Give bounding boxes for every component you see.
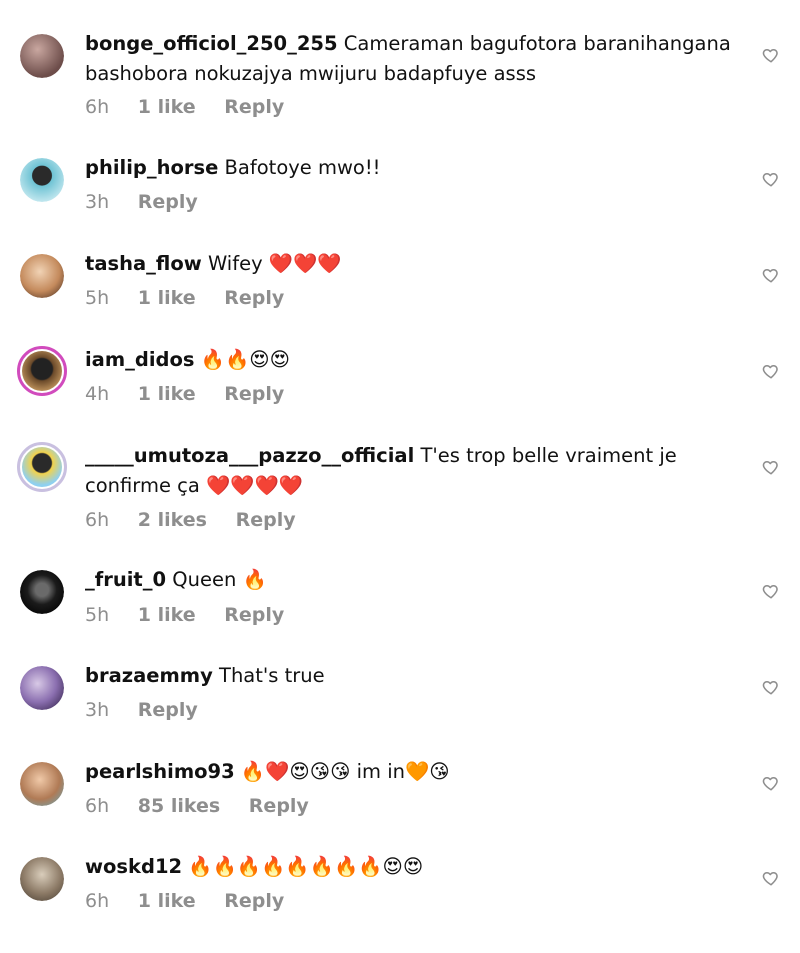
comment-username[interactable]: pearlshimo93 (85, 760, 235, 783)
avatar[interactable] (20, 34, 64, 78)
comment-username[interactable]: woskd12 (85, 855, 182, 878)
comment-username[interactable]: _fruit_0 (85, 568, 166, 591)
comment-username[interactable]: _____umutoza___pazzo__official (85, 444, 414, 467)
comment-meta: 6h 85 likes Reply (85, 795, 331, 817)
heart-outline-icon[interactable] (762, 869, 780, 887)
avatar[interactable] (20, 762, 64, 806)
comment-body: That's true (219, 664, 325, 687)
comment-text: woskd12 🔥🔥🔥🔥🔥🔥🔥🔥😍😍 (85, 852, 745, 882)
avatar[interactable] (20, 158, 64, 202)
comment-time: 3h (85, 191, 110, 213)
comment-text: iam_didos 🔥🔥😍😍 (85, 345, 745, 375)
heart-outline-icon[interactable] (762, 678, 780, 696)
avatar[interactable] (20, 254, 64, 298)
comment-username[interactable]: bonge_officiol_250_255 (85, 32, 338, 55)
comment-time: 5h (85, 287, 110, 309)
comment-text: philip_horse Bafotoye mwo!! (85, 153, 745, 183)
heart-outline-icon[interactable] (762, 266, 780, 284)
comment-meta: 6h 2 likes Reply (85, 509, 318, 531)
comment-likes[interactable]: 1 like (138, 604, 196, 626)
comment-likes[interactable]: 1 like (138, 383, 196, 405)
comment-username[interactable]: iam_didos (85, 348, 195, 371)
comment-meta: 4h 1 like Reply (85, 383, 306, 405)
comment-time: 6h (85, 509, 110, 531)
comment-text: brazaemmy That's true (85, 661, 745, 691)
comment-time: 6h (85, 890, 110, 912)
comment-meta: 5h 1 like Reply (85, 287, 306, 309)
reply-button[interactable]: Reply (224, 96, 284, 118)
comment-body: 🔥🔥😍😍 (200, 348, 290, 371)
comment-time: 5h (85, 604, 110, 626)
comment-meta: 3h Reply (85, 699, 220, 721)
reply-button[interactable]: Reply (224, 604, 284, 626)
comment-meta: 5h 1 like Reply (85, 604, 306, 626)
comment-text: _fruit_0 Queen 🔥 (85, 565, 745, 595)
heart-outline-icon[interactable] (762, 582, 780, 600)
comment-body: Bafotoye mwo!! (224, 156, 381, 179)
comment-text: tasha_flow Wifey ❤️❤️❤️ (85, 249, 745, 279)
avatar[interactable] (20, 666, 64, 710)
heart-outline-icon[interactable] (762, 774, 780, 792)
comment-username[interactable]: brazaemmy (85, 664, 213, 687)
comment-time: 6h (85, 795, 110, 817)
comment-body: 🔥🔥🔥🔥🔥🔥🔥🔥😍😍 (188, 855, 424, 878)
comment-text: pearlshimo93 🔥❤️😍😘😘 im in🧡😘 (85, 757, 745, 787)
comment-likes[interactable]: 1 like (138, 890, 196, 912)
comment-body: Queen 🔥 (172, 568, 267, 591)
comment-text: bonge_officiol_250_255 Cameraman bagufot… (85, 29, 745, 89)
comment-likes[interactable]: 1 like (138, 287, 196, 309)
comment-username[interactable]: philip_horse (85, 156, 218, 179)
reply-button[interactable]: Reply (224, 287, 284, 309)
heart-outline-icon[interactable] (762, 362, 780, 380)
reply-button[interactable]: Reply (138, 191, 198, 213)
comment-likes[interactable]: 1 like (138, 96, 196, 118)
reply-button[interactable]: Reply (249, 795, 309, 817)
comment-time: 6h (85, 96, 110, 118)
heart-outline-icon[interactable] (762, 170, 780, 188)
avatar[interactable] (17, 346, 67, 396)
comment-likes[interactable]: 2 likes (138, 509, 207, 531)
comment-meta: 6h 1 like Reply (85, 96, 306, 118)
comment-meta: 3h Reply (85, 191, 220, 213)
avatar[interactable] (17, 442, 67, 492)
comment-likes[interactable]: 85 likes (138, 795, 220, 817)
comment-username[interactable]: tasha_flow (85, 252, 202, 275)
reply-button[interactable]: Reply (138, 699, 198, 721)
comment-meta: 6h 1 like Reply (85, 890, 306, 912)
comment-body: 🔥❤️😍😘😘 im in🧡😘 (240, 760, 450, 783)
reply-button[interactable]: Reply (236, 509, 296, 531)
reply-button[interactable]: Reply (224, 383, 284, 405)
avatar[interactable] (20, 857, 64, 901)
comment-body: Wifey ❤️❤️❤️ (207, 252, 342, 275)
reply-button[interactable]: Reply (224, 890, 284, 912)
heart-outline-icon[interactable] (762, 46, 780, 64)
comment-text: _____umutoza___pazzo__official T'es trop… (85, 441, 745, 501)
comment-time: 3h (85, 699, 110, 721)
comment-time: 4h (85, 383, 110, 405)
heart-outline-icon[interactable] (762, 458, 780, 476)
avatar[interactable] (20, 570, 64, 614)
